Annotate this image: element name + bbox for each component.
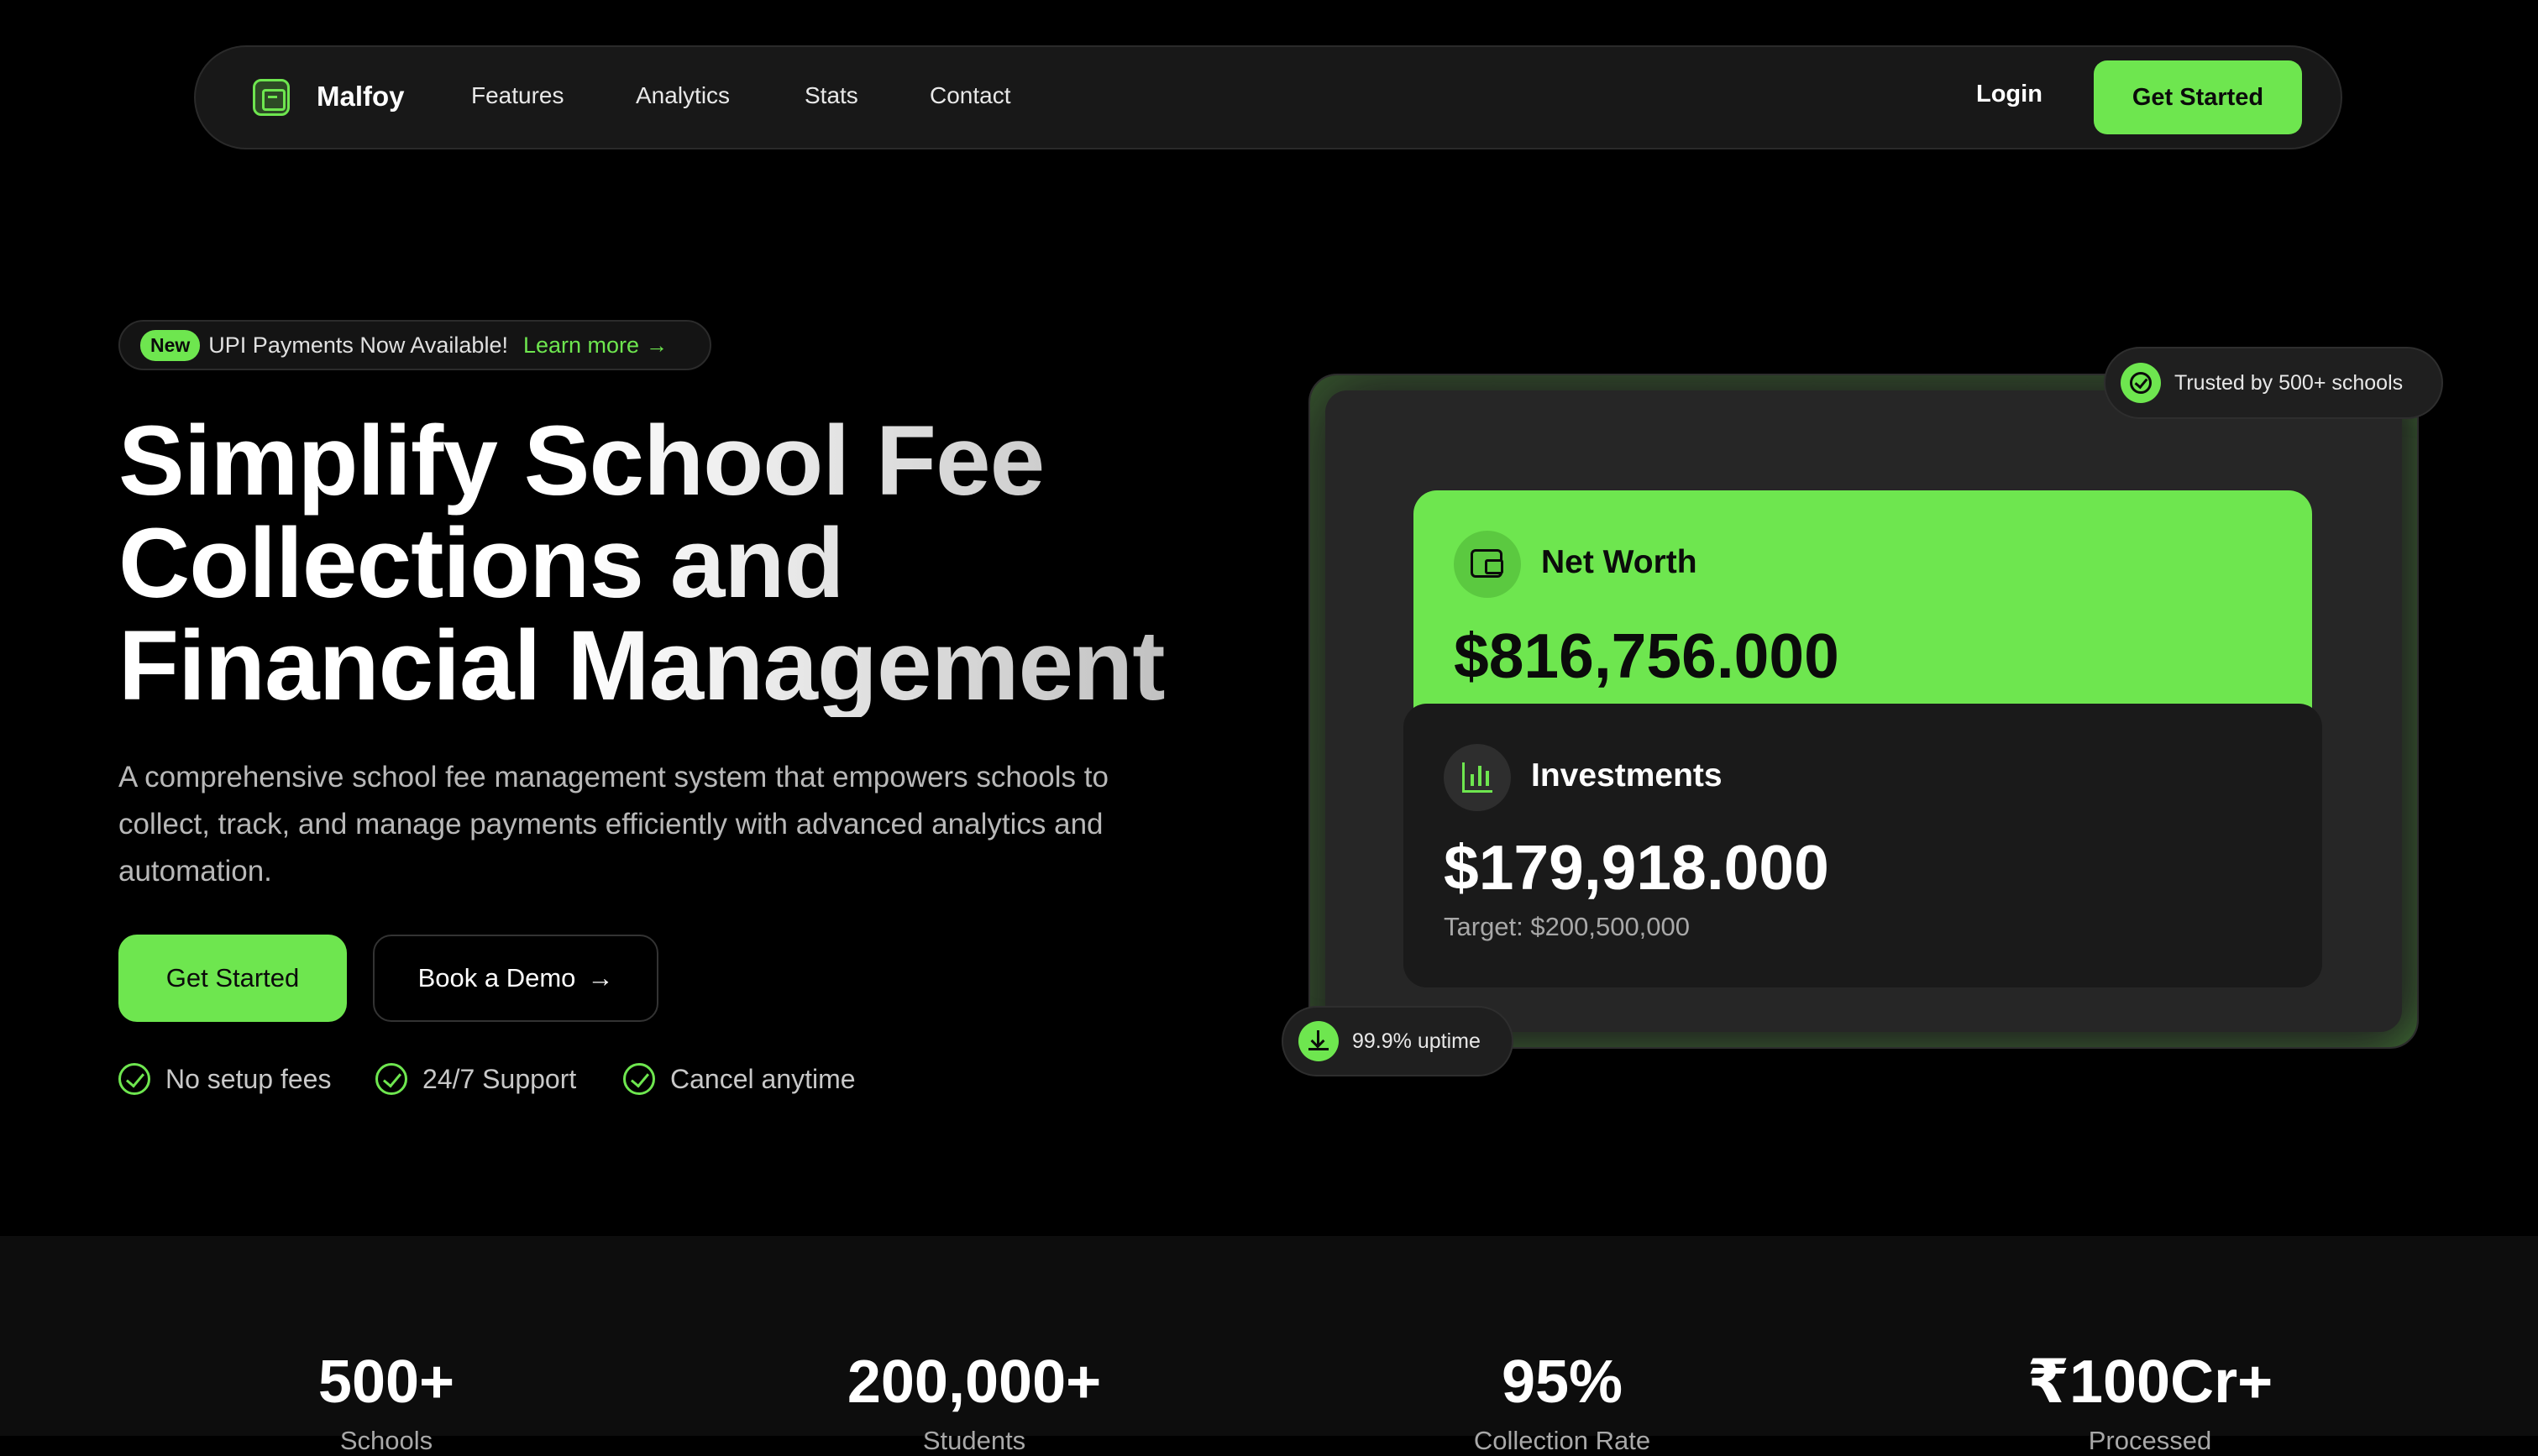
stat-value: 95% bbox=[1501, 1349, 1623, 1416]
announcement-pill: New UPI Payments Now Available! Learn mo… bbox=[118, 320, 711, 370]
investments-title: Investments bbox=[1531, 757, 1723, 793]
trust-badge: Trusted by 500+ schools bbox=[2104, 347, 2443, 419]
stat-label: Schools bbox=[339, 1426, 433, 1455]
login-link[interactable]: Login bbox=[1976, 81, 2042, 108]
nav-get-started-button[interactable]: Get Started bbox=[2094, 60, 2302, 134]
nav-link-analytics[interactable]: Analytics bbox=[636, 82, 730, 109]
top-navbar: Malfoy Features Analytics Stats Contact … bbox=[194, 45, 2342, 149]
check-circle-icon bbox=[375, 1063, 407, 1095]
investments-card: Investments $179,918.000 Target: $200,50… bbox=[1403, 704, 2322, 987]
stat-label: Students bbox=[922, 1426, 1026, 1455]
learn-more-label: Learn more bbox=[522, 332, 640, 358]
uptime-badge: 99.9% uptime bbox=[1282, 1006, 1513, 1076]
get-started-button[interactable]: Get Started bbox=[118, 935, 347, 1022]
investments-value: $179,918.000 bbox=[1444, 832, 1829, 903]
nav-link-features[interactable]: Features bbox=[471, 82, 564, 109]
perk-label: No setup fees bbox=[165, 1063, 332, 1094]
stat-value: 200,000+ bbox=[847, 1349, 1102, 1416]
trust-badge-label: Trusted by 500+ schools bbox=[2174, 370, 2404, 395]
stat-collection-rate: 95% Collection Rate bbox=[1474, 1352, 1650, 1456]
announcement-text: UPI Payments Now Available! bbox=[208, 332, 508, 358]
logo-icon[interactable] bbox=[253, 79, 290, 116]
stats-section: 500+ Schools 200,000+ Students 95% Colle… bbox=[0, 1236, 2538, 1455]
stat-processed: ₹100Cr+ Processed bbox=[2027, 1352, 2273, 1456]
hero-subtext: A comprehensive school fee management sy… bbox=[118, 761, 1109, 888]
bar-chart-icon bbox=[1444, 744, 1511, 811]
nav-link-stats[interactable]: Stats bbox=[805, 82, 858, 109]
net-worth-title: Net Worth bbox=[1541, 544, 1697, 580]
new-badge: New bbox=[140, 329, 201, 361]
uptime-badge-label: 99.9% uptime bbox=[1352, 1029, 1481, 1053]
hero-headline: Simplify School Fee Collections and Fina… bbox=[118, 410, 1244, 717]
arrow-right-icon: → bbox=[587, 963, 614, 992]
perk-no-setup-fees: No setup fees bbox=[118, 1063, 331, 1095]
perk-support: 24/7 Support bbox=[375, 1063, 576, 1095]
stat-label: Collection Rate bbox=[1473, 1426, 1651, 1455]
stat-value: 500+ bbox=[317, 1349, 455, 1416]
perk-label: 24/7 Support bbox=[422, 1063, 577, 1094]
stat-label: Processed bbox=[2088, 1426, 2212, 1455]
stat-value: ₹100Cr+ bbox=[2027, 1349, 2273, 1416]
wallet-icon bbox=[1454, 531, 1521, 598]
stat-students: 200,000+ Students bbox=[847, 1352, 1101, 1456]
perk-label: Cancel anytime bbox=[670, 1063, 856, 1094]
book-demo-button[interactable]: Book a Demo → bbox=[373, 935, 658, 1022]
check-circle-icon bbox=[623, 1063, 655, 1095]
book-demo-label: Book a Demo bbox=[417, 963, 576, 992]
verified-check-icon bbox=[2121, 363, 2161, 403]
headline-line-1: Simplify School Fee bbox=[118, 406, 1045, 516]
net-worth-value: $816,756.000 bbox=[1454, 621, 1839, 691]
investments-target: Target: $200,500,000 bbox=[1444, 912, 1691, 941]
stat-schools: 500+ Schools bbox=[318, 1352, 454, 1456]
learn-more-link[interactable]: Learn more → bbox=[523, 333, 668, 359]
brand-name[interactable]: Malfoy bbox=[317, 81, 405, 113]
download-icon bbox=[1298, 1021, 1339, 1061]
arrow-right-icon: → bbox=[646, 332, 669, 358]
check-circle-icon bbox=[118, 1063, 150, 1095]
nav-link-contact[interactable]: Contact bbox=[930, 82, 1011, 109]
headline-line-3: Financial Management bbox=[118, 610, 1165, 721]
headline-line-2: Collections and bbox=[118, 508, 844, 619]
perk-cancel-anytime: Cancel anytime bbox=[623, 1063, 856, 1095]
